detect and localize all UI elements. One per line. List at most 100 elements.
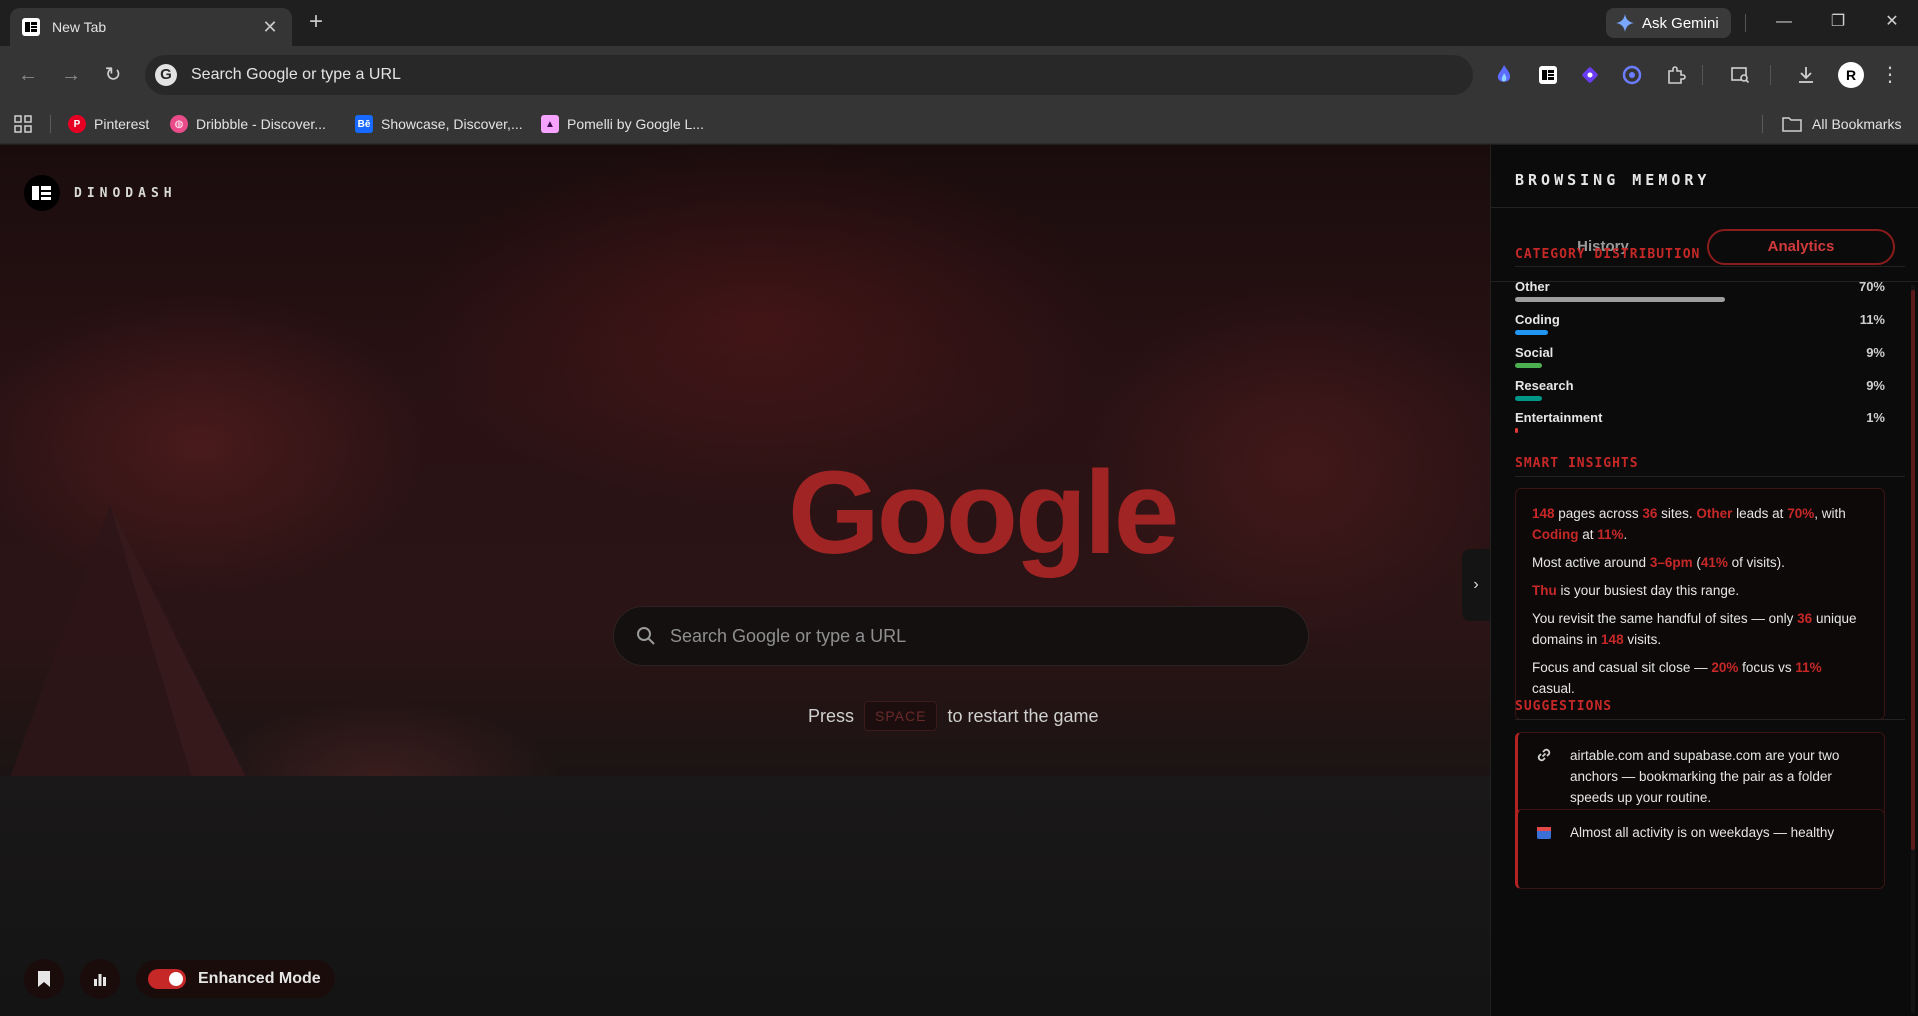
browsing-memory-panel: BROWSING MEMORY History Analytics CATEGO…	[1490, 145, 1918, 1016]
background-mountain	[0, 505, 260, 805]
bookmark-label: Pomelli by Google L...	[567, 116, 704, 132]
google-search-box[interactable]	[613, 606, 1309, 666]
analytics-button[interactable]	[80, 959, 120, 999]
new-tab-page: DINODASH Google Press SPACE to restart t…	[0, 145, 1490, 1016]
bookmarks-bar: P Pinterest ◍ Dribbble - Discover... Bē …	[0, 104, 1918, 144]
all-bookmarks-label: All Bookmarks	[1812, 116, 1902, 132]
bookmark-label: Pinterest	[94, 116, 150, 132]
bar-chart-icon	[94, 974, 106, 986]
tab-close-icon[interactable]: ✕	[260, 17, 280, 38]
bookmark-icon	[38, 971, 50, 987]
suggestion-card[interactable]: Almost all activity is on weekdays — hea…	[1515, 809, 1885, 889]
bookmark-label: Dribbble - Discover...	[196, 116, 326, 132]
category-percent: 1%	[1866, 410, 1885, 425]
google-logo: Google	[788, 447, 1179, 579]
pomelli-icon: ▲	[541, 115, 559, 133]
category-percent: 70%	[1858, 279, 1885, 294]
category-percent: 9%	[1866, 378, 1885, 393]
category-bar	[1515, 396, 1542, 401]
suggestion-card[interactable]: airtable.com and supabase.com are your t…	[1515, 732, 1885, 819]
menu-kebab-icon[interactable]: ⋮	[1880, 62, 1900, 88]
panel-title: BROWSING MEMORY	[1515, 171, 1711, 189]
reload-icon[interactable]: ↻	[100, 62, 126, 88]
bookmark-label: Showcase, Discover,...	[381, 116, 523, 132]
section-divider	[1515, 719, 1905, 720]
category-row: Entertainment 1%	[1515, 410, 1885, 442]
circle-extension-icon[interactable]	[1620, 63, 1644, 87]
category-bar	[1515, 330, 1548, 335]
download-icon[interactable]	[1794, 63, 1818, 87]
category-label: Other	[1515, 279, 1550, 294]
window-controls-divider	[1745, 14, 1746, 32]
address-bar-text: Search Google or type a URL	[191, 66, 401, 83]
diamond-extension-icon[interactable]	[1578, 63, 1602, 87]
profile-avatar[interactable]: R	[1838, 62, 1864, 88]
category-bar	[1515, 363, 1542, 368]
category-percent: 9%	[1866, 345, 1885, 360]
minimize-icon[interactable]: —	[1772, 10, 1796, 34]
tab-search-icon[interactable]	[1728, 63, 1752, 87]
insight-item: Focus and casual sit close — 20% focus v…	[1532, 660, 1822, 696]
section-divider	[1515, 476, 1905, 477]
category-row: Other 70%	[1515, 279, 1885, 311]
insight-item: 148 pages across 36 sites. Other leads a…	[1532, 506, 1846, 542]
tab-analytics[interactable]: Analytics	[1707, 229, 1895, 265]
tab-title: New Tab	[52, 19, 107, 35]
restore-icon[interactable]: ❐	[1826, 10, 1850, 34]
dinodash-logo-icon	[24, 175, 60, 211]
bookmark-dribbble[interactable]: ◍ Dribbble - Discover...	[170, 113, 326, 135]
toggle-switch[interactable]	[148, 969, 186, 989]
flame-extension-icon[interactable]	[1492, 63, 1516, 87]
category-row: Social 9%	[1515, 345, 1885, 377]
dinodash-brand: DINODASH	[24, 175, 177, 211]
ask-gemini-button[interactable]: Ask Gemini	[1606, 8, 1731, 38]
apps-grid-icon[interactable]	[14, 115, 32, 133]
forward-arrow-icon[interactable]: →	[58, 62, 84, 88]
bookmark-pomelli[interactable]: ▲ Pomelli by Google L...	[541, 113, 704, 135]
suggestion-text: Almost all activity is on weekdays — hea…	[1570, 825, 1835, 840]
insight-item: Most active around 3–6pm (41% of visits)…	[1532, 555, 1785, 570]
category-bar	[1515, 297, 1725, 302]
bookmarks-divider	[50, 115, 51, 133]
category-label: Research	[1515, 378, 1574, 393]
insight-item: You revisit the same handful of sites — …	[1532, 611, 1857, 647]
suggestion-text: airtable.com and supabase.com are your t…	[1570, 748, 1840, 805]
smart-insights-title: SMART INSIGHTS	[1515, 456, 1639, 471]
tab-strip: New Tab ✕ + Ask Gemini — ❐ ✕	[0, 0, 1918, 46]
calendar-icon	[1534, 822, 1554, 842]
enhanced-mode-toggle[interactable]: Enhanced Mode	[136, 960, 335, 998]
search-input[interactable]	[670, 625, 1270, 647]
category-label: Coding	[1515, 312, 1560, 327]
bookmark-pinterest[interactable]: P Pinterest	[68, 113, 149, 135]
ask-gemini-label: Ask Gemini	[1642, 14, 1719, 32]
brand-name: DINODASH	[74, 185, 177, 201]
panel-toggle-chevron-icon[interactable]: ›	[1462, 549, 1490, 621]
address-bar[interactable]: G Search Google or type a URL	[145, 55, 1473, 95]
behance-icon: Bē	[355, 115, 373, 133]
section-divider	[1515, 266, 1905, 267]
panel-scrollbar-thumb[interactable]	[1911, 290, 1915, 850]
browser-tab-new-tab[interactable]: New Tab ✕	[10, 8, 292, 46]
search-icon	[637, 627, 655, 645]
gemini-star-icon	[1616, 14, 1634, 32]
suggestions-title: SUGGESTIONS	[1515, 699, 1613, 714]
bookmark-behance[interactable]: Bē Showcase, Discover,...	[355, 113, 523, 135]
category-row: Research 9%	[1515, 378, 1885, 410]
back-arrow-icon[interactable]: ←	[15, 62, 41, 88]
dribbble-icon: ◍	[170, 115, 188, 133]
category-label: Social	[1515, 345, 1554, 360]
link-icon	[1534, 745, 1554, 765]
browser-toolbar: ← → ↻ G Search Google or type a URL R ⋮	[0, 46, 1918, 104]
pinterest-icon: P	[68, 115, 86, 133]
extensions-puzzle-icon[interactable]	[1664, 63, 1688, 87]
dinodash-extension-icon[interactable]	[1536, 63, 1560, 87]
bookmark-button[interactable]	[24, 959, 64, 999]
all-bookmarks-button[interactable]: All Bookmarks	[1782, 113, 1901, 135]
category-distribution-title: CATEGORY DISTRIBUTION	[1515, 247, 1701, 262]
dinodash-favicon-icon	[22, 18, 40, 36]
space-key-badge: SPACE	[864, 701, 938, 731]
bookmarks-divider	[1762, 115, 1763, 133]
new-tab-button[interactable]: +	[304, 10, 328, 35]
close-window-icon[interactable]: ✕	[1880, 10, 1904, 34]
category-label: Entertainment	[1515, 410, 1603, 425]
